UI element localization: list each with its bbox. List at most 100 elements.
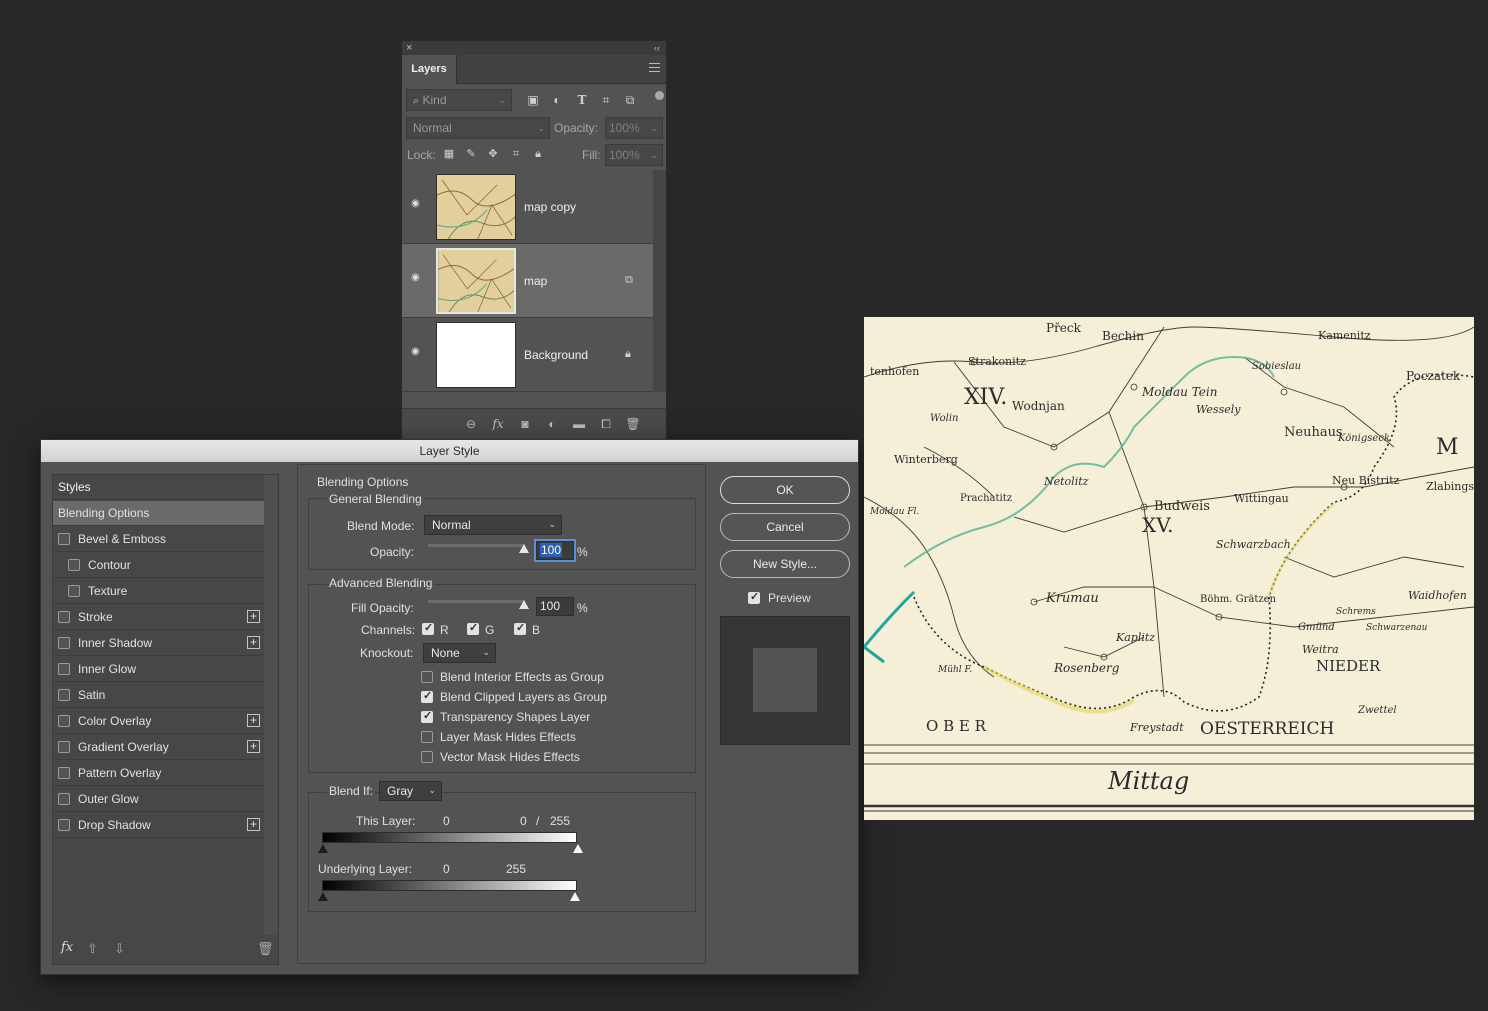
ok-button[interactable]: OK (720, 476, 850, 504)
new-adjustment-icon[interactable]: ◐ (544, 416, 560, 432)
blend-if-dropdown[interactable]: Gray ⌄ (379, 781, 442, 801)
move-down-icon[interactable]: ⇩ (114, 941, 125, 957)
style-item-color-overlay[interactable]: Color Overlay + (53, 709, 264, 734)
shape-filter-icon[interactable]: ⌗ (599, 93, 613, 107)
link-layers-icon[interactable]: ⊖ (463, 416, 479, 432)
fill-opacity-slider[interactable] (428, 600, 524, 603)
underlying-white-slider[interactable] (570, 892, 580, 901)
inner-glow-checkbox[interactable] (58, 663, 70, 675)
texture-checkbox[interactable] (68, 585, 80, 597)
filter-toggle-icon[interactable] (655, 91, 664, 100)
smart-object-filter-icon[interactable]: ⧉ (623, 93, 637, 107)
color-overlay-checkbox[interactable] (58, 715, 70, 727)
add-color-overlay-icon[interactable]: + (247, 714, 260, 727)
eye-icon[interactable]: ◉ (411, 199, 425, 209)
new-layer-icon[interactable]: ⧠ (598, 416, 614, 432)
image-filter-icon[interactable]: ▣ (526, 93, 540, 107)
contour-checkbox[interactable] (68, 559, 80, 571)
transparency-shapes-layer-checkbox[interactable] (421, 709, 433, 723)
vector-mask-hides-effects-checkbox[interactable] (421, 751, 433, 763)
blend-interior-effects-as-group-checkbox[interactable] (421, 671, 433, 683)
channel-g-checkbox[interactable] (467, 621, 479, 635)
style-item-gradient-overlay[interactable]: Gradient Overlay + (53, 735, 264, 760)
opacity-slider-knob[interactable] (519, 544, 529, 553)
panel-title-bar[interactable]: × ‹‹ (402, 41, 666, 55)
move-up-icon[interactable]: ⇧ (87, 941, 98, 957)
knockout-dropdown[interactable]: None ⌄ (423, 643, 496, 663)
layer-name[interactable]: map copy (524, 200, 576, 214)
lock-all-icon[interactable]: 🔒︎ (531, 147, 545, 161)
channel-r-checkbox[interactable] (422, 621, 434, 635)
this-layer-black-slider[interactable] (318, 844, 328, 853)
lock-transparent-pixels-icon[interactable]: ▦ (442, 147, 456, 161)
eye-icon[interactable]: ◉ (411, 273, 425, 283)
style-item-blending-options[interactable]: Blending Options (53, 501, 264, 526)
dialog-title-bar[interactable]: Layer Style (41, 440, 858, 462)
fx-icon[interactable]: fx (490, 416, 506, 432)
style-item-texture[interactable]: Texture (53, 579, 264, 604)
layer-mask-hides-effects-checkbox[interactable] (421, 731, 433, 743)
lock-position-icon[interactable]: ✥ (486, 147, 500, 161)
kind-filter-select[interactable]: ⌕ Kind ⌄ (406, 89, 512, 111)
layer-row-selected[interactable]: ◉ map ⧉ (402, 244, 653, 318)
fill-opacity-slider-knob[interactable] (519, 600, 529, 609)
layer-name[interactable]: map (524, 274, 547, 288)
outer-glow-checkbox[interactable] (58, 793, 70, 805)
satin-checkbox[interactable] (58, 689, 70, 701)
style-item-inner-glow[interactable]: Inner Glow (53, 657, 264, 682)
add-drop-shadow-icon[interactable]: + (247, 818, 260, 831)
styles-scrollbar[interactable] (264, 475, 278, 935)
underlying-black-slider[interactable] (318, 892, 328, 901)
document-canvas-map[interactable]: Přeck Bechin Kamenitz Strakonitz Sobieslau te… (864, 317, 1474, 820)
fill-opacity-input[interactable]: 100 (536, 597, 574, 616)
underlying-layer-gradient[interactable] (322, 880, 577, 891)
eye-icon[interactable]: ◉ (411, 347, 425, 357)
inner-shadow-checkbox[interactable] (58, 637, 70, 649)
gradient-overlay-checkbox[interactable] (58, 741, 70, 753)
preview-checkbox-row[interactable]: Preview (748, 590, 858, 607)
channel-b-checkbox[interactable] (514, 621, 526, 635)
delete-layer-icon[interactable]: 🗑︎ (625, 416, 641, 432)
new-group-icon[interactable]: ▬ (571, 416, 587, 432)
style-item-pattern-overlay[interactable]: Pattern Overlay (53, 761, 264, 786)
layers-scrollbar[interactable] (653, 170, 666, 392)
bevel-emboss-checkbox[interactable] (58, 533, 70, 545)
cancel-button[interactable]: Cancel (720, 513, 850, 541)
style-item-satin[interactable]: Satin (53, 683, 264, 708)
close-panel-icon[interactable]: × (406, 41, 412, 55)
blend-mode-dropdown[interactable]: Normal ⌄ (424, 515, 562, 535)
layer-row[interactable]: ◉ map copy (402, 170, 653, 244)
pattern-overlay-checkbox[interactable] (58, 767, 70, 779)
stroke-checkbox[interactable] (58, 611, 70, 623)
this-layer-gradient[interactable] (322, 832, 577, 843)
tab-layers[interactable]: Layers (402, 55, 457, 84)
fill-field[interactable]: 100% ⌄ (605, 144, 663, 166)
opacity-field[interactable]: 100% ⌄ (605, 117, 663, 139)
style-item-outer-glow[interactable]: Outer Glow (53, 787, 264, 812)
panel-menu-icon[interactable] (649, 63, 660, 72)
opacity-input[interactable]: 100 (534, 539, 576, 562)
style-item-bevel-emboss[interactable]: Bevel & Emboss (53, 527, 264, 552)
type-filter-icon[interactable]: T (575, 93, 589, 107)
style-item-inner-shadow[interactable]: Inner Shadow + (53, 631, 264, 656)
fx-menu-icon[interactable]: fx (61, 940, 73, 955)
drop-shadow-checkbox[interactable] (58, 819, 70, 831)
layer-row[interactable]: ◉ Background 🔒︎ (402, 318, 653, 392)
new-style-button[interactable]: New Style... (720, 550, 850, 578)
collapse-panel-icon[interactable]: ‹‹ (654, 41, 660, 55)
opacity-slider[interactable] (428, 544, 524, 547)
style-item-stroke[interactable]: Stroke + (53, 605, 264, 630)
layer-name[interactable]: Background (524, 348, 588, 362)
trash-icon[interactable]: 🗑︎ (257, 941, 274, 957)
style-item-contour[interactable]: Contour (53, 553, 264, 578)
preview-checkbox[interactable] (748, 590, 760, 604)
adjustment-filter-icon[interactable]: ◐ (550, 93, 564, 107)
style-item-drop-shadow[interactable]: Drop Shadow + (53, 813, 264, 838)
add-mask-icon[interactable]: ◙ (517, 416, 533, 432)
blend-mode-select[interactable]: Normal ⌄ (406, 117, 550, 139)
this-layer-white-slider[interactable] (573, 844, 583, 853)
style-item-styles[interactable]: Styles (53, 475, 264, 500)
blend-clipped-layers-as-group-checkbox[interactable] (421, 689, 433, 703)
lock-image-pixels-icon[interactable]: ✎ (464, 147, 478, 161)
add-gradient-overlay-icon[interactable]: + (247, 740, 260, 753)
